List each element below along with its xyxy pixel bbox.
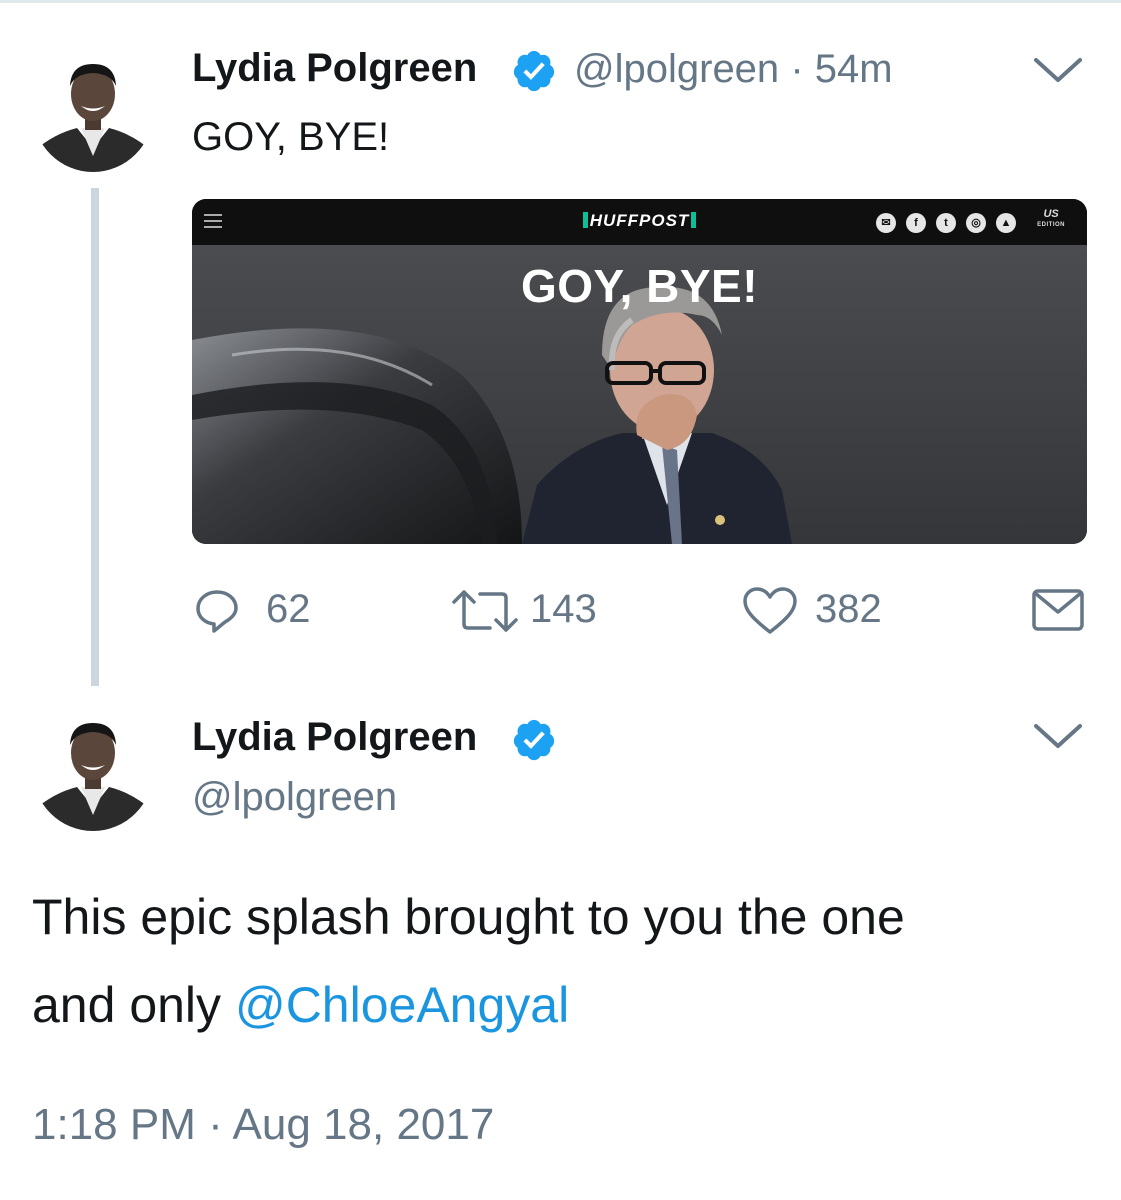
chevron-down-icon[interactable] xyxy=(1030,54,1086,88)
author-handle-meta: @lpolgreen · 54m xyxy=(574,47,893,92)
verified-badge-icon xyxy=(513,719,555,761)
facebook-icon: f xyxy=(906,213,926,233)
direct-message-icon[interactable] xyxy=(1031,588,1085,632)
mention-link[interactable]: @ChloeAngyal xyxy=(235,977,569,1033)
verified-badge-icon xyxy=(513,50,555,92)
snapchat-icon: ▲ xyxy=(996,213,1016,233)
media-image[interactable]: HUFFPOST ✉ f t ◎ ▲ US EDITION GOY, BYE! xyxy=(192,199,1087,544)
tweet-text-line2: and only @ChloeAngyal xyxy=(32,976,569,1034)
top-divider xyxy=(0,0,1121,3)
tweet-timestamp[interactable]: 1:18 PM · Aug 18, 2017 xyxy=(32,1100,494,1150)
tweet-text: GOY, BYE! xyxy=(192,115,390,159)
thread-connector xyxy=(91,188,99,686)
heart-icon xyxy=(743,587,797,634)
avatar[interactable] xyxy=(33,711,153,831)
retweet-count: 143 xyxy=(530,587,597,631)
media-headline: GOY, BYE! xyxy=(520,260,759,312)
tweet-text-prefix: and only xyxy=(32,977,235,1033)
reply-count: 62 xyxy=(266,587,311,631)
retweet-icon xyxy=(452,590,518,632)
chevron-down-icon[interactable] xyxy=(1030,720,1086,754)
author-handle[interactable]: @lpolgreen xyxy=(192,775,397,820)
reply-icon xyxy=(196,590,238,633)
avatar[interactable] xyxy=(33,52,153,172)
author-name[interactable]: Lydia Polgreen xyxy=(192,715,477,760)
like-count: 382 xyxy=(815,587,882,631)
mail-icon: ✉ xyxy=(876,213,896,233)
twitter-icon: t xyxy=(936,213,956,233)
avatar-image xyxy=(33,52,153,172)
tweet-time[interactable]: 54m xyxy=(815,47,893,91)
instagram-icon: ◎ xyxy=(966,213,986,233)
tweet-text-line1: This epic splash brought to you the one xyxy=(32,889,905,945)
meta-separator: · xyxy=(790,47,804,91)
author-handle[interactable]: @lpolgreen xyxy=(574,47,779,91)
avatar-image xyxy=(33,711,153,831)
edition-label: US EDITION xyxy=(1037,208,1065,229)
author-name[interactable]: Lydia Polgreen xyxy=(192,46,477,91)
